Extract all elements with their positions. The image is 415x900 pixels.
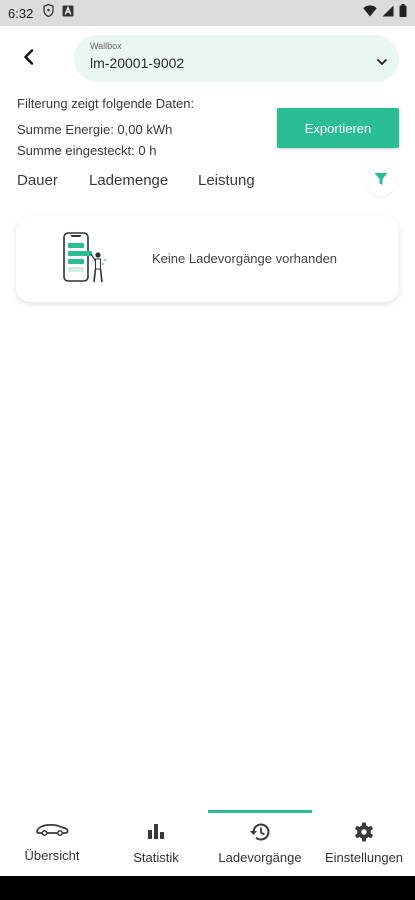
sort-charge-amount[interactable]: Lademenge bbox=[89, 172, 168, 189]
wallbox-select[interactable]: Wallbox lm-20001-9002 bbox=[74, 35, 399, 82]
wifi-icon bbox=[363, 4, 377, 22]
a-badge-icon bbox=[62, 4, 74, 22]
nav-label-charging-sessions: Ladevorgänge bbox=[218, 850, 302, 865]
filter-button[interactable] bbox=[366, 166, 396, 196]
bottom-navigation: Übersicht Statistik Ladevorgänge Einstel… bbox=[0, 810, 415, 876]
export-button[interactable]: Exportieren bbox=[277, 108, 399, 148]
arrow-left-icon bbox=[22, 48, 36, 70]
battery-icon bbox=[399, 4, 407, 22]
filter-icon bbox=[374, 172, 388, 191]
phone-person-illustration bbox=[60, 230, 110, 288]
nav-item-overview[interactable]: Übersicht bbox=[0, 810, 104, 876]
status-right-icons bbox=[363, 4, 407, 22]
header: Wallbox lm-20001-9002 bbox=[0, 26, 415, 92]
sort-bar: Dauer Lademenge Leistung bbox=[0, 164, 415, 198]
wallbox-value: lm-20001-9002 bbox=[90, 55, 185, 71]
nav-item-charging-sessions[interactable]: Ladevorgänge bbox=[208, 810, 312, 876]
history-icon bbox=[249, 822, 271, 847]
sum-energy-text: Summe Energie: 0,00 kWh bbox=[17, 122, 173, 137]
nav-item-settings[interactable]: Einstellungen bbox=[312, 810, 415, 876]
nav-label-statistics: Statistik bbox=[133, 850, 179, 865]
nav-item-statistics[interactable]: Statistik bbox=[104, 810, 208, 876]
nav-label-settings: Einstellungen bbox=[324, 850, 404, 865]
sort-power[interactable]: Leistung bbox=[198, 172, 255, 189]
back-button[interactable] bbox=[14, 44, 44, 74]
car-icon bbox=[35, 822, 69, 841]
status-time: 6:32 bbox=[8, 5, 34, 21]
sum-plugged-text: Summe eingesteckt: 0 h bbox=[17, 143, 157, 158]
nav-label-overview: Übersicht bbox=[24, 848, 80, 863]
bar-chart-icon bbox=[147, 822, 165, 845]
status-left-icons bbox=[43, 3, 74, 22]
wallbox-label: Wallbox bbox=[90, 41, 122, 51]
gear-icon bbox=[354, 822, 374, 847]
system-navigation-bar bbox=[0, 876, 415, 900]
empty-state-text: Keine Ladevorgänge vorhanden bbox=[152, 251, 338, 266]
chevron-down-icon bbox=[377, 53, 387, 71]
signal-icon bbox=[382, 4, 394, 22]
empty-state-card: Keine Ladevorgänge vorhanden bbox=[16, 216, 399, 302]
filter-info-text: Filterung zeigt folgende Daten: bbox=[17, 96, 195, 111]
sort-duration[interactable]: Dauer bbox=[17, 172, 58, 189]
shield-icon bbox=[43, 3, 54, 22]
status-bar: 6:32 bbox=[0, 0, 415, 26]
